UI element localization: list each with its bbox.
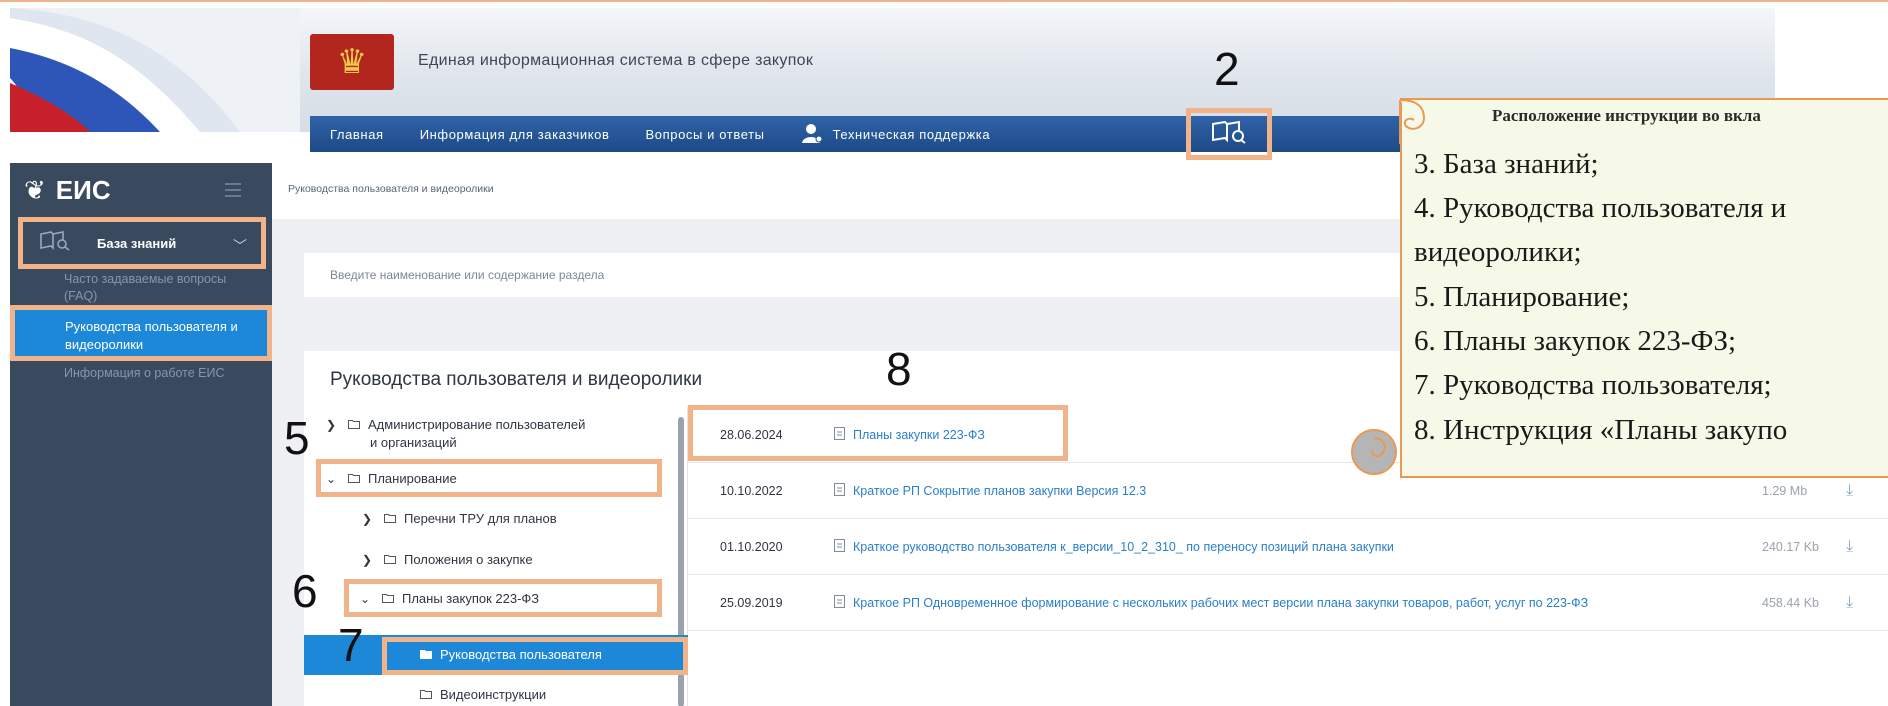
knowledge-base-label: База знаний bbox=[97, 235, 177, 251]
doc-title: Краткое РП Одновременное формирование с … bbox=[853, 595, 1589, 610]
folder-icon bbox=[420, 687, 432, 702]
tree-node-tru-lists[interactable]: ❯ Перечни ТРУ для планов bbox=[362, 511, 557, 526]
step-marker-8: 8 bbox=[886, 343, 912, 395]
doc-date: 01.10.2020 bbox=[720, 539, 783, 554]
sidebar-item-user-guides[interactable]: Руководства пользователя и видеоролики bbox=[10, 305, 272, 361]
doc-title: Краткое РП Сокрытие планов закупки Верси… bbox=[853, 483, 1147, 498]
chevron-down-icon: ﹀ bbox=[233, 238, 247, 254]
tree-node-video[interactable]: Видеоинструкции bbox=[420, 687, 546, 702]
step-marker-7: 7 bbox=[338, 619, 364, 671]
doc-link[interactable]: Краткое руководство пользователя к_верси… bbox=[834, 538, 1394, 555]
sidebar: ❦ ЕИС База знаний ﹀ Часто задаваемые воп… bbox=[10, 163, 272, 706]
step-marker-2: 2 bbox=[1214, 43, 1240, 95]
menu-toggle-icon[interactable] bbox=[225, 183, 241, 201]
doc-date: 25.09.2019 bbox=[720, 595, 783, 610]
book-search-icon bbox=[39, 230, 71, 256]
sidebar-brand[interactable]: ❦ ЕИС bbox=[24, 175, 111, 206]
top-rule bbox=[0, 0, 1888, 2]
document-icon bbox=[834, 538, 845, 555]
callout-line-4-cont: видеоролики; bbox=[1414, 236, 1582, 268]
nav-tech-support[interactable]: Техническая поддержка bbox=[801, 123, 991, 146]
doc-link[interactable]: Краткое РП Одновременное формирование с … bbox=[834, 594, 1589, 611]
site-title: Единая информационная система в сфере за… bbox=[418, 52, 814, 69]
step-marker-5: 5 bbox=[284, 412, 310, 464]
document-icon bbox=[834, 594, 845, 611]
step-marker-6: 6 bbox=[292, 565, 318, 617]
highlight-user-guides bbox=[382, 637, 688, 675]
table-row[interactable]: 25.09.2019 Краткое РП Одновременное форм… bbox=[688, 575, 1888, 631]
sidebar-item-faq[interactable]: Часто задаваемые вопросы (FAQ) bbox=[64, 271, 260, 305]
chevron-right-icon: ❯ bbox=[362, 511, 373, 526]
nav-home[interactable]: Главная bbox=[330, 127, 384, 142]
download-icon[interactable]: ⤓ bbox=[1846, 594, 1853, 612]
instruction-callout: Расположение инструкции во вкла 3. База … bbox=[1399, 98, 1888, 478]
sidebar-knowledge-base[interactable]: База знаний ﹀ bbox=[18, 217, 266, 269]
knowledge-base-button[interactable] bbox=[1186, 108, 1272, 160]
panel-title: Руководства пользователя и видеоролики bbox=[330, 369, 703, 390]
sidebar-item-eis-info[interactable]: Информация о работе ЕИС bbox=[64, 365, 260, 382]
callout-heading: Расположение инструкции во вкла bbox=[1492, 106, 1761, 125]
highlight-planning bbox=[316, 459, 662, 497]
folder-icon bbox=[384, 511, 396, 526]
download-icon[interactable]: ⤓ bbox=[1846, 482, 1853, 500]
book-search-icon bbox=[1211, 120, 1247, 149]
breadcrumb[interactable]: Руководства пользователя и видеоролики bbox=[288, 183, 494, 195]
russian-flag-image bbox=[10, 8, 300, 132]
scroll-curl-bottom bbox=[1351, 429, 1397, 475]
callout-line-5: 5. Планирование; bbox=[1414, 281, 1630, 313]
chevron-right-icon: ❯ bbox=[362, 552, 373, 567]
doc-size: 1.29 Mb bbox=[1762, 483, 1808, 498]
folder-icon bbox=[348, 417, 360, 432]
nav-tech-support-label: Техническая поддержка bbox=[832, 126, 991, 142]
callout-line-6: 6. Планы закупок 223-ФЗ; bbox=[1414, 325, 1737, 357]
doc-size: 458.44 Kb bbox=[1762, 595, 1819, 610]
tree-node-label: Администрирование пользователей bbox=[368, 417, 586, 432]
tree-node-label: Положения о закупке bbox=[404, 552, 533, 567]
scroll-curl-top bbox=[1399, 99, 1426, 144]
callout-line-3: 3. База знаний; bbox=[1414, 148, 1599, 180]
sidebar-item-label: Руководства пользователя и видеоролики bbox=[65, 319, 238, 352]
brand-name: ЕИС bbox=[55, 175, 111, 205]
document-icon bbox=[834, 482, 845, 499]
tree-node-label: Перечни ТРУ для планов bbox=[404, 511, 557, 526]
nav-faq[interactable]: Вопросы и ответы bbox=[646, 127, 765, 142]
callout-line-8: 8. Инструкция «Планы закупо bbox=[1414, 414, 1788, 446]
doc-date: 10.10.2022 bbox=[720, 483, 783, 498]
doc-title: Краткое руководство пользователя к_верси… bbox=[853, 539, 1394, 554]
tree-node-label: Видеоинструкции bbox=[440, 687, 547, 702]
chevron-right-icon: ❯ bbox=[326, 417, 337, 432]
folder-icon bbox=[384, 552, 396, 567]
tree-node-label-cont: и организаций bbox=[370, 435, 457, 450]
callout-line-4: 4. Руководства пользователя и bbox=[1414, 192, 1787, 224]
coat-of-arms-icon: ♛ bbox=[310, 34, 394, 90]
eagle-logo-icon: ❦ bbox=[24, 175, 46, 205]
tree-node-admin[interactable]: ❯ Администрирование пользователей bbox=[326, 417, 585, 432]
highlight-plans-doc bbox=[688, 405, 1068, 461]
tree-node-procurement-rules[interactable]: ❯ Положения о закупке bbox=[362, 552, 533, 567]
table-row[interactable]: 01.10.2020 Краткое руководство пользоват… bbox=[688, 519, 1888, 575]
doc-size: 240.17 Kb bbox=[1762, 539, 1819, 554]
download-icon[interactable]: ⤓ bbox=[1846, 538, 1853, 556]
support-user-icon bbox=[801, 123, 823, 146]
doc-link[interactable]: Краткое РП Сокрытие планов закупки Верси… bbox=[834, 482, 1147, 499]
callout-line-7: 7. Руководства пользователя; bbox=[1414, 369, 1772, 401]
highlight-plans-223 bbox=[344, 579, 662, 617]
nav-customer-info[interactable]: Информация для заказчиков bbox=[420, 127, 610, 142]
